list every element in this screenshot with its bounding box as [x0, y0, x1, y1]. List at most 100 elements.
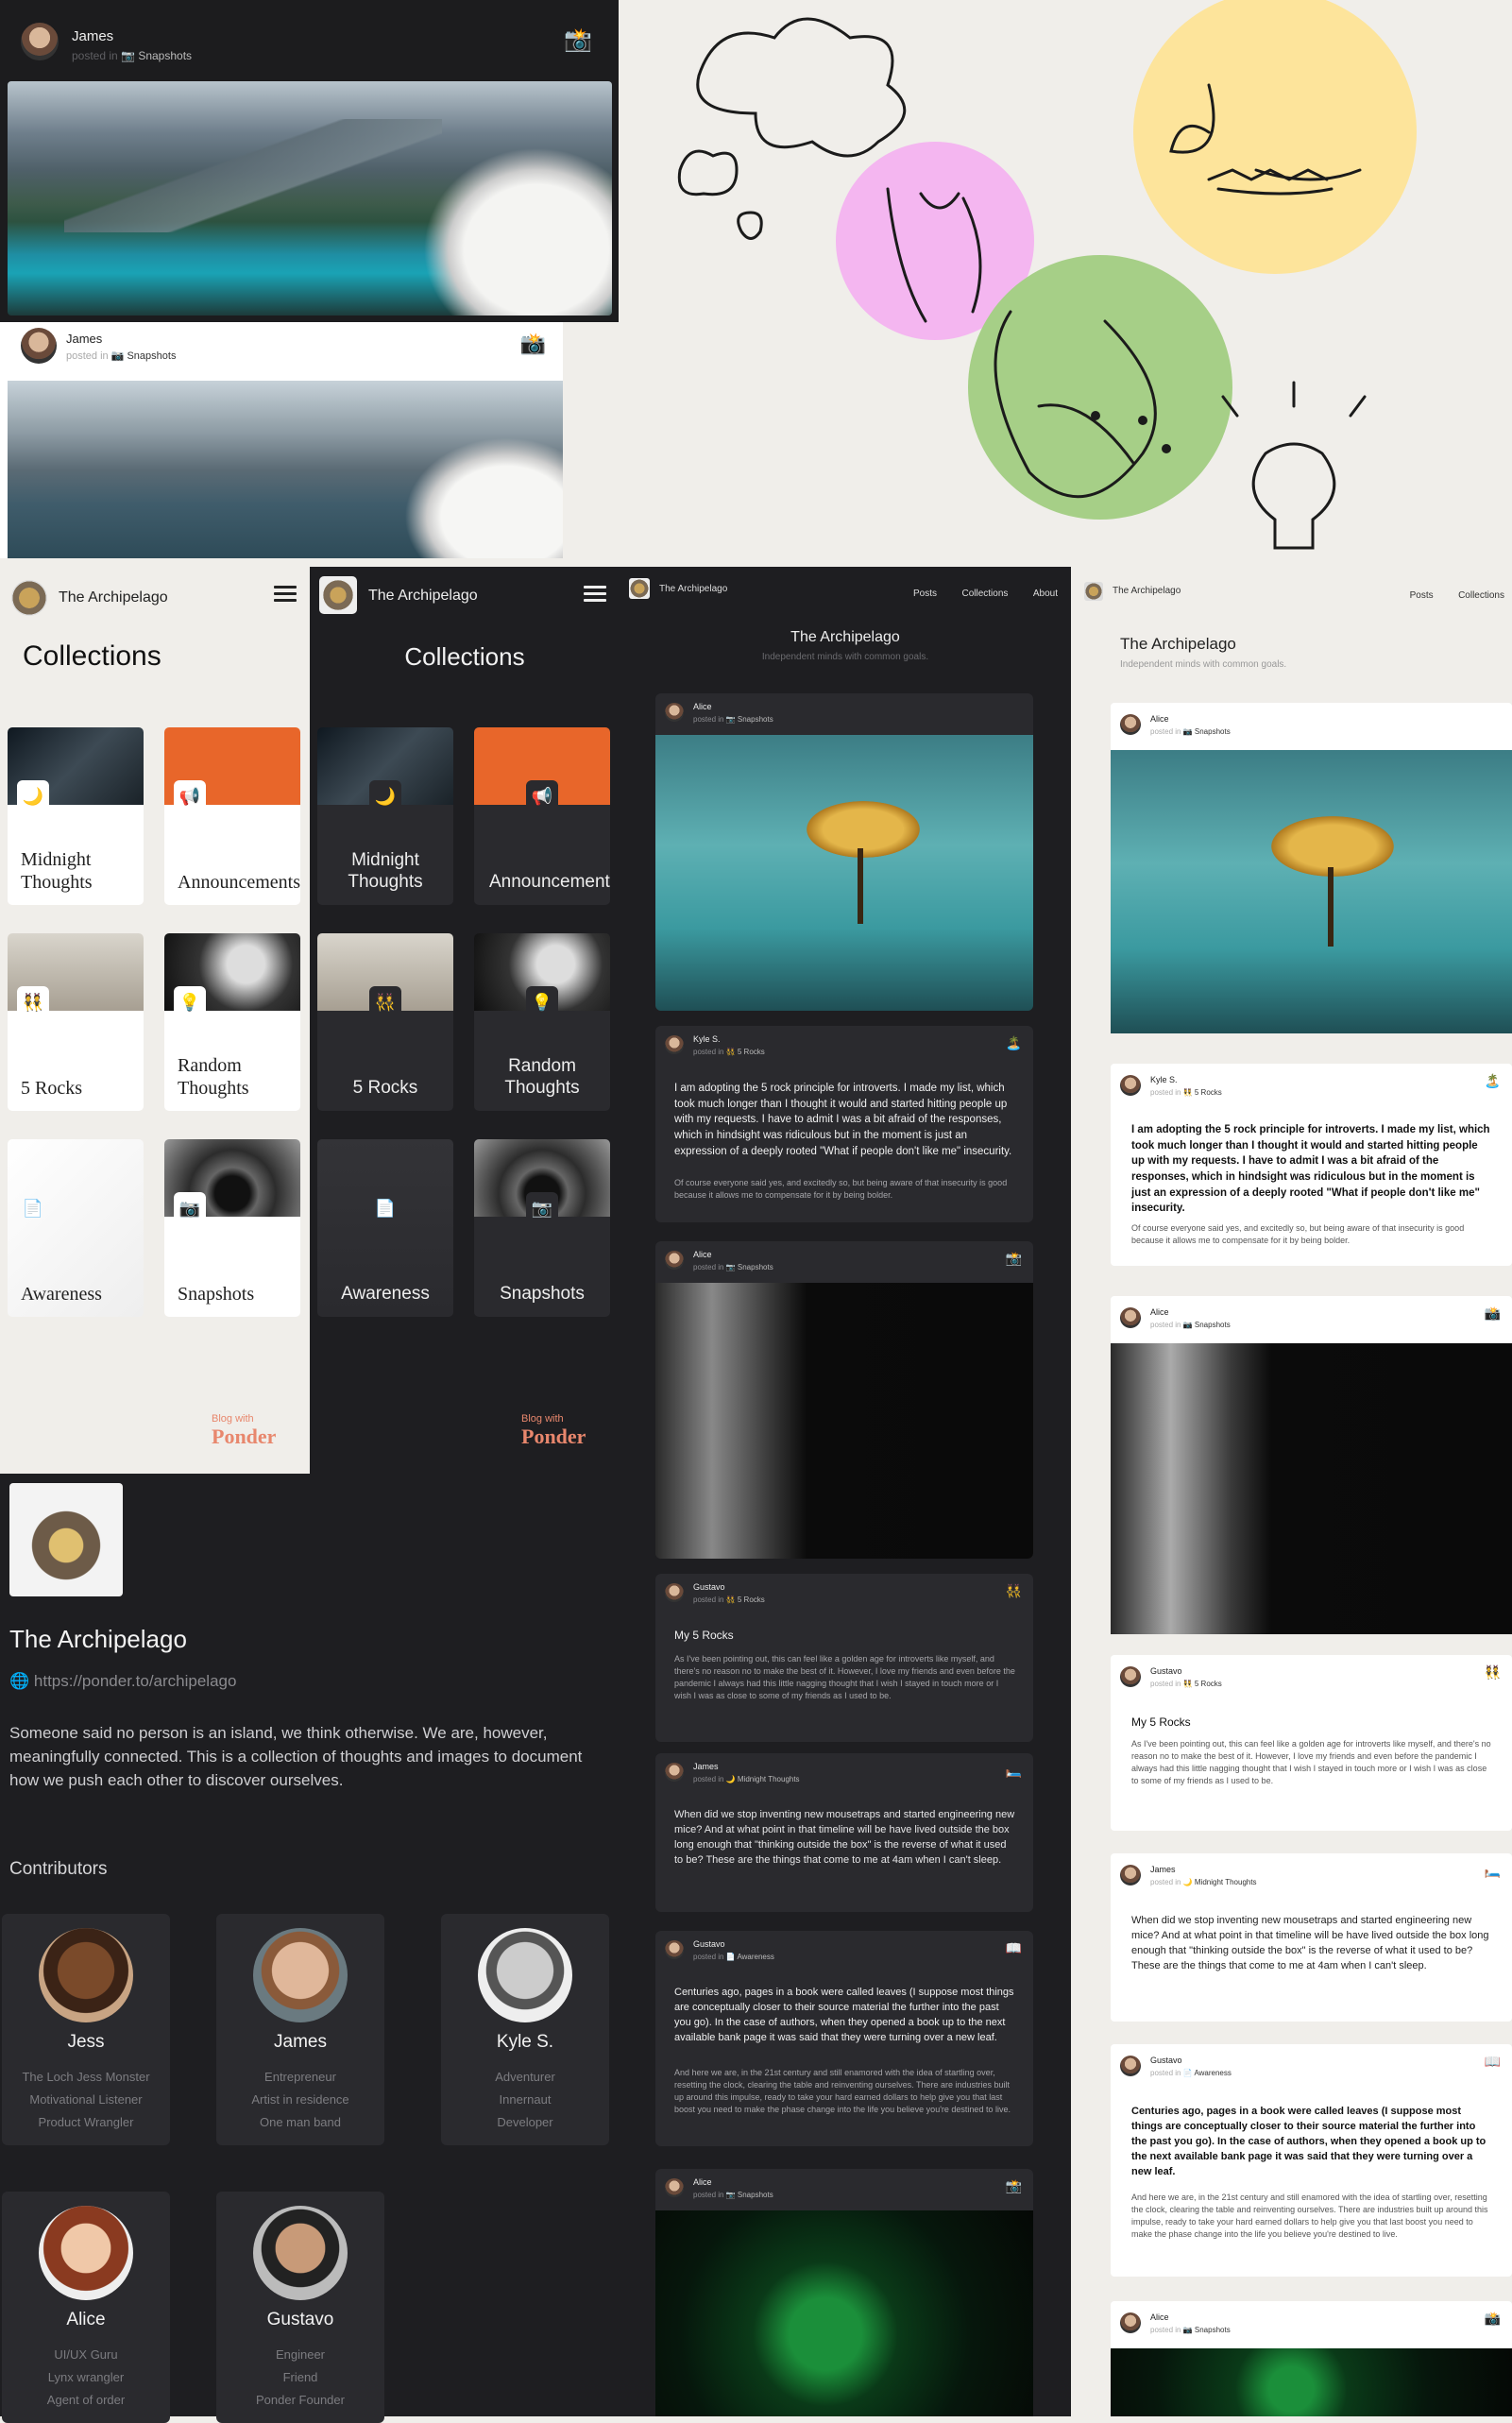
blog-title[interactable]: The Archipelago — [59, 589, 168, 606]
author-avatar[interactable] — [665, 1035, 684, 1054]
blog-title[interactable]: The Archipelago — [659, 584, 727, 594]
top-post-card-dark[interactable]: James posted in 📷 Snapshots 📸 — [0, 0, 619, 322]
author-avatar[interactable] — [1120, 1075, 1141, 1096]
collection-tile-5-rocks[interactable]: 👯 5 Rocks — [317, 933, 453, 1111]
collection-tile-snapshots[interactable]: 📷 Snapshots — [164, 1139, 300, 1317]
collection-tile-awareness[interactable]: 📄 Awareness — [8, 1139, 144, 1317]
collection-link[interactable]: 🌙 Midnight Thoughts — [1183, 1878, 1257, 1886]
author-name[interactable]: Gustavo — [1150, 2056, 1182, 2065]
ponder-brand[interactable]: Ponder — [212, 1425, 276, 1449]
collection-link[interactable]: 👯 5 Rocks — [726, 1048, 765, 1056]
blog-title[interactable]: The Archipelago — [1113, 586, 1181, 596]
collection-tile-announcements[interactable]: 📢 Announcements — [164, 727, 300, 905]
author-name[interactable]: James — [66, 332, 102, 346]
author-name[interactable]: Gustavo — [1150, 1666, 1182, 1676]
author-avatar[interactable] — [21, 23, 59, 60]
post-title[interactable]: My 5 Rocks — [1131, 1715, 1191, 1729]
author-name[interactable]: Alice — [693, 1250, 712, 1259]
author-name[interactable]: Kyle S. — [1150, 1075, 1178, 1084]
ponder-brand[interactable]: Ponder — [521, 1425, 586, 1449]
collection-link[interactable]: 🌙 Midnight Thoughts — [726, 1775, 800, 1783]
contributor-card-gustavo[interactable]: Gustavo Engineer Friend Ponder Founder — [216, 2192, 384, 2423]
blog-logo[interactable] — [1084, 582, 1103, 601]
hamburger-menu-icon[interactable] — [584, 582, 606, 606]
author-avatar[interactable] — [1120, 1307, 1141, 1328]
author-name[interactable]: Alice — [1150, 1307, 1169, 1317]
author-avatar[interactable] — [1120, 714, 1141, 735]
post-card[interactable]: Alice posted in 📷 Snapshots 📸 — [655, 2169, 1033, 2416]
post-card[interactable]: Alice posted in 📷 Snapshots — [1111, 703, 1512, 1033]
author-name[interactable]: Alice — [1150, 2312, 1169, 2322]
author-avatar[interactable] — [665, 1763, 684, 1782]
post-card[interactable]: James posted in 🌙 Midnight Thoughts 🛏️ W… — [655, 1753, 1033, 1912]
author-avatar[interactable] — [1120, 1865, 1141, 1886]
collection-link[interactable]: 📷 Snapshots — [1183, 727, 1231, 736]
collection-link[interactable]: 📷 Snapshots — [1183, 1321, 1231, 1329]
collection-link[interactable]: 📄 Awareness — [726, 1953, 774, 1961]
post-title[interactable]: My 5 Rocks — [674, 1629, 734, 1642]
author-name[interactable]: James — [693, 1762, 719, 1771]
author-avatar[interactable] — [1120, 1666, 1141, 1687]
nav-about[interactable]: About — [1033, 589, 1058, 599]
post-card[interactable]: Alice posted in 📷 Snapshots 📸 — [1111, 1296, 1512, 1634]
post-card[interactable]: Gustavo posted in 👯 5 Rocks 👯 My 5 Rocks… — [1111, 1655, 1512, 1831]
collection-tile-announcements[interactable]: 📢 Announcements — [474, 727, 610, 905]
collection-tile-awareness[interactable]: 📄 Awareness — [317, 1139, 453, 1317]
blog-logo[interactable] — [319, 576, 357, 614]
post-card[interactable]: James posted in 🌙 Midnight Thoughts 🛏️ W… — [1111, 1853, 1512, 2022]
collection-tile-snapshots[interactable]: 📷 Snapshots — [474, 1139, 610, 1317]
nav-collections[interactable]: Collections — [1458, 590, 1504, 601]
author-avatar[interactable] — [1120, 2056, 1141, 2076]
blog-url[interactable]: 🌐 https://ponder.to/archipelago — [9, 1672, 236, 1691]
collection-tile-5-rocks[interactable]: 👯 5 Rocks — [8, 933, 144, 1111]
blog-title[interactable]: The Archipelago — [368, 588, 478, 605]
collection-link[interactable]: 📷 Snapshots — [726, 715, 773, 724]
author-name[interactable]: James — [72, 28, 113, 44]
author-name[interactable]: Alice — [693, 702, 712, 711]
contributor-card-kyle[interactable]: Kyle S. Adventurer Innernaut Developer — [441, 1914, 609, 2145]
collection-link[interactable]: 📷 Snapshots — [111, 350, 177, 362]
collection-link[interactable]: 📷 Snapshots — [121, 49, 192, 62]
author-name[interactable]: Gustavo — [693, 1939, 725, 1949]
author-avatar[interactable] — [1120, 2312, 1141, 2333]
collection-tile-random-thoughts[interactable]: 💡 Random Thoughts — [474, 933, 610, 1111]
blog-logo[interactable] — [629, 578, 650, 599]
url-text[interactable]: https://ponder.to/archipelago — [34, 1672, 237, 1690]
author-avatar[interactable] — [665, 1251, 684, 1270]
author-name[interactable]: Gustavo — [693, 1582, 725, 1592]
collection-tile-midnight-thoughts[interactable]: 🌙 Midnight Thoughts — [8, 727, 144, 905]
author-avatar[interactable] — [665, 1940, 684, 1959]
contributor-card-james[interactable]: James Entrepreneur Artist in residence O… — [216, 1914, 384, 2145]
author-avatar[interactable] — [665, 1583, 684, 1602]
post-card[interactable]: Kyle S. posted in 👯 5 Rocks 🏝️ I am adop… — [655, 1026, 1033, 1222]
post-card[interactable]: Alice posted in 📷 Snapshots 📸 — [1111, 2301, 1512, 2416]
collection-link[interactable]: 👯 5 Rocks — [1183, 1680, 1222, 1688]
post-card[interactable]: Kyle S. posted in 👯 5 Rocks 🏝️ I am adop… — [1111, 1064, 1512, 1266]
post-card[interactable]: Gustavo posted in 👯 5 Rocks 👯 My 5 Rocks… — [655, 1574, 1033, 1742]
post-card[interactable]: Gustavo posted in 📄 Awareness 📖 Centurie… — [1111, 2044, 1512, 2277]
nav-collections[interactable]: Collections — [961, 589, 1008, 599]
author-name[interactable]: Alice — [693, 2177, 712, 2187]
collection-link[interactable]: 📷 Snapshots — [726, 1263, 773, 1271]
post-card[interactable]: Gustavo posted in 📄 Awareness 📖 Centurie… — [655, 1931, 1033, 2146]
collection-link[interactable]: 👯 5 Rocks — [726, 1595, 765, 1604]
collection-link[interactable]: 📷 Snapshots — [726, 2191, 773, 2199]
nav-posts[interactable]: Posts — [913, 589, 937, 599]
collection-link[interactable]: 📷 Snapshots — [1183, 2326, 1231, 2334]
hamburger-menu-icon[interactable] — [274, 582, 297, 606]
top-post-card-light[interactable]: James posted in 📷 Snapshots 📸 — [0, 322, 563, 558]
nav-posts[interactable]: Posts — [1410, 590, 1434, 601]
collection-link[interactable]: 👯 5 Rocks — [1183, 1088, 1222, 1097]
author-name[interactable]: Kyle S. — [693, 1034, 721, 1044]
author-name[interactable]: James — [1150, 1865, 1176, 1874]
author-name[interactable]: Alice — [1150, 714, 1169, 724]
contributor-card-jess[interactable]: Jess The Loch Jess Monster Motivational … — [2, 1914, 170, 2145]
post-card[interactable]: Alice posted in 📷 Snapshots 📸 — [655, 1241, 1033, 1559]
collection-tile-midnight-thoughts[interactable]: 🌙 Midnight Thoughts — [317, 727, 453, 905]
author-avatar[interactable] — [665, 703, 684, 722]
post-card[interactable]: Alice posted in 📷 Snapshots — [655, 693, 1033, 1011]
blog-logo[interactable] — [11, 580, 47, 616]
collection-link[interactable]: 📄 Awareness — [1183, 2069, 1232, 2077]
author-avatar[interactable] — [21, 328, 57, 364]
author-avatar[interactable] — [665, 2178, 684, 2197]
